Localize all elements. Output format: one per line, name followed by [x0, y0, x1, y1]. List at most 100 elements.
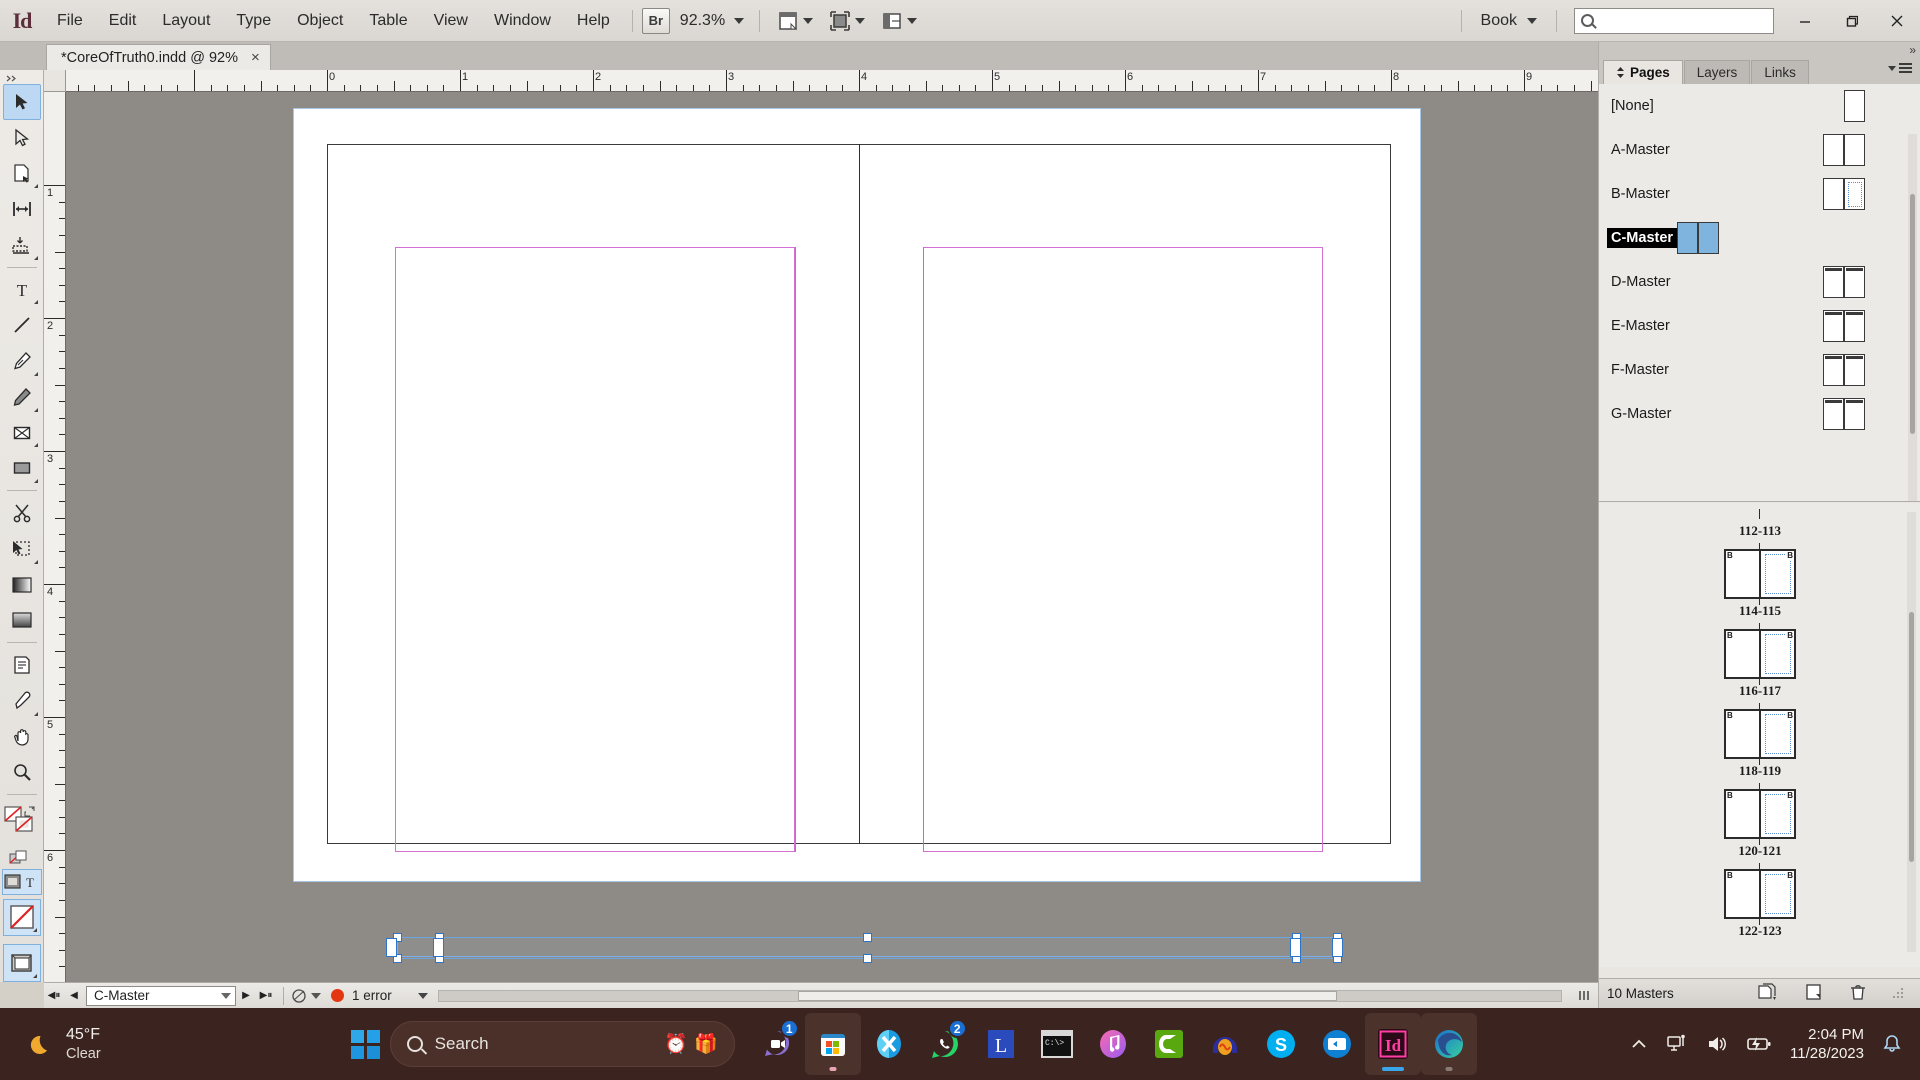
master-row[interactable]: B-Master	[1599, 172, 1920, 216]
apply-none-button[interactable]	[2, 898, 41, 937]
arrange-documents-button[interactable]	[873, 10, 925, 32]
spread-page-right[interactable]: B	[1760, 629, 1796, 679]
rectangle-tool[interactable]	[3, 450, 41, 486]
horizontal-scrollbar-thumb[interactable]	[797, 990, 1337, 1001]
close-icon[interactable]: ×	[251, 49, 260, 66]
master-row[interactable]: A-Master	[1599, 128, 1920, 172]
spreads-scrollbar-thumb[interactable]	[1909, 612, 1914, 862]
taskbar-app-indesign[interactable]: Id	[1364, 1013, 1421, 1075]
spread-page-left[interactable]: B	[1724, 549, 1760, 599]
master-row[interactable]: F-Master	[1599, 348, 1920, 392]
clock[interactable]: 2:04 PM 11/28/2023	[1790, 1025, 1864, 1064]
menu-type[interactable]: Type	[223, 0, 284, 42]
fill-stroke-controls[interactable]	[3, 799, 41, 847]
line-tool[interactable]	[3, 307, 41, 343]
taskbar-app-microsoft-store[interactable]	[804, 1013, 861, 1075]
page-number-select[interactable]: C-Master	[86, 985, 236, 1006]
taskbar-app-camtasia[interactable]	[1141, 1013, 1197, 1075]
spread-thumbnail[interactable]: BB	[1724, 783, 1796, 845]
notifications-button[interactable]	[1882, 1034, 1902, 1054]
page-tool[interactable]	[3, 155, 41, 191]
text-outport[interactable]	[1332, 938, 1343, 957]
masters-list[interactable]: [None] A-Master B-Master C-Master D-Master E-…	[1599, 84, 1920, 502]
previous-page-button[interactable]: ◀	[64, 990, 84, 1001]
chevron-down-icon[interactable]	[417, 992, 428, 999]
volume-button[interactable]	[1706, 1034, 1728, 1054]
first-page-button[interactable]: ◀⏸	[44, 990, 64, 1001]
tab-pages[interactable]: Pages	[1603, 60, 1683, 84]
close-button[interactable]	[1874, 0, 1920, 42]
text-outport-secondary[interactable]	[1290, 938, 1301, 957]
menu-file[interactable]: File	[44, 0, 96, 42]
spread-item[interactable]: B B 120-121	[1599, 783, 1920, 859]
spread-item[interactable]: B B 116-117	[1599, 623, 1920, 699]
document-tab[interactable]: *CoreOfTruth0.indd @ 92% ×	[46, 44, 271, 70]
taskbar-app-lingoes[interactable]: L	[973, 1013, 1029, 1075]
spreads-scrollbar[interactable]	[1907, 512, 1916, 952]
default-fill-stroke-button[interactable]	[3, 847, 41, 869]
menu-help[interactable]: Help	[564, 0, 623, 42]
menu-table[interactable]: Table	[356, 0, 420, 42]
minimize-button[interactable]	[1782, 0, 1828, 42]
taskbar-app-whatsapp[interactable]: 2	[917, 1013, 973, 1075]
edit-page-size-icon[interactable]	[1757, 983, 1779, 1004]
maximize-button[interactable]	[1828, 0, 1874, 42]
menu-window[interactable]: Window	[481, 0, 564, 42]
gap-tool[interactable]	[3, 191, 41, 227]
tools-panel-grip[interactable]	[0, 74, 43, 84]
master-thumbnail[interactable]	[1823, 266, 1865, 298]
taskbar-app-xsplit[interactable]	[861, 1013, 917, 1075]
adobe-bridge-button[interactable]: Br	[641, 7, 670, 34]
taskbar-app-microsoft-edge[interactable]	[1420, 1013, 1477, 1075]
preflight-icon[interactable]	[291, 988, 321, 1004]
type-tool[interactable]: T	[3, 272, 41, 308]
master-thumbnail[interactable]	[1677, 222, 1720, 254]
spread-item[interactable]: 112-113	[1599, 509, 1920, 539]
spread-page-left[interactable]: B	[1724, 789, 1760, 839]
search-input[interactable]	[1574, 7, 1774, 34]
pencil-tool[interactable]	[3, 379, 41, 415]
master-thumbnail[interactable]	[1823, 310, 1865, 342]
menu-object[interactable]: Object	[284, 0, 356, 42]
master-thumbnail[interactable]	[1823, 134, 1865, 166]
master-thumbnail[interactable]	[1844, 90, 1865, 122]
next-page-button[interactable]: ▶	[236, 990, 256, 1001]
hand-tool[interactable]	[3, 719, 41, 755]
selection-tool[interactable]	[2, 83, 41, 120]
show-hidden-icons-button[interactable]	[1630, 1037, 1648, 1051]
taskbar-app-teamviewer[interactable]	[1309, 1013, 1365, 1075]
resize-handle-bc[interactable]	[863, 954, 872, 963]
collapse-panel-icon[interactable]: »	[1909, 43, 1916, 57]
panel-resize-grip[interactable]	[1893, 986, 1905, 1001]
spread-thumbnail-partial[interactable]	[1724, 509, 1796, 519]
eyedropper-tool[interactable]	[3, 683, 41, 719]
menu-view[interactable]: View	[421, 0, 481, 42]
master-row[interactable]: G-Master	[1599, 392, 1920, 436]
pen-tool[interactable]	[3, 343, 41, 379]
taskbar-app-audacity[interactable]	[1197, 1013, 1253, 1075]
spread-page-left[interactable]: B	[1724, 629, 1760, 679]
gradient-feather-tool[interactable]	[3, 602, 41, 638]
text-inport-secondary[interactable]	[433, 938, 444, 957]
screen-mode-button-tool[interactable]	[2, 944, 41, 983]
masters-scrollbar[interactable]	[1908, 134, 1917, 501]
menu-layout[interactable]: Layout	[149, 0, 223, 42]
taskbar-app-skype[interactable]: S	[1253, 1013, 1309, 1075]
spread-page-right[interactable]: B	[1760, 549, 1796, 599]
free-transform-tool[interactable]	[3, 531, 41, 567]
zoom-level-combo[interactable]: 92.3%	[670, 12, 750, 30]
spread-thumbnail[interactable]: BB	[1724, 543, 1796, 605]
text-inport[interactable]	[386, 938, 397, 957]
taskbar-search-box[interactable]: Search ⏰ 🎁	[389, 1021, 735, 1067]
panel-menu-button[interactable]	[1888, 63, 1912, 73]
spread-thumbnail[interactable]: BB	[1724, 623, 1796, 685]
spread-item[interactable]: B B 122-123	[1599, 863, 1920, 939]
direct-selection-tool[interactable]	[3, 120, 41, 156]
master-row[interactable]: [None]	[1599, 84, 1920, 128]
spread-page-right[interactable]: B	[1760, 869, 1796, 919]
menu-edit[interactable]: Edit	[96, 0, 150, 42]
start-button[interactable]	[350, 1029, 380, 1059]
gift-icon[interactable]: 🎁	[694, 1032, 718, 1056]
spread-page-left[interactable]: B	[1724, 709, 1760, 759]
master-thumbnail[interactable]	[1823, 178, 1865, 210]
